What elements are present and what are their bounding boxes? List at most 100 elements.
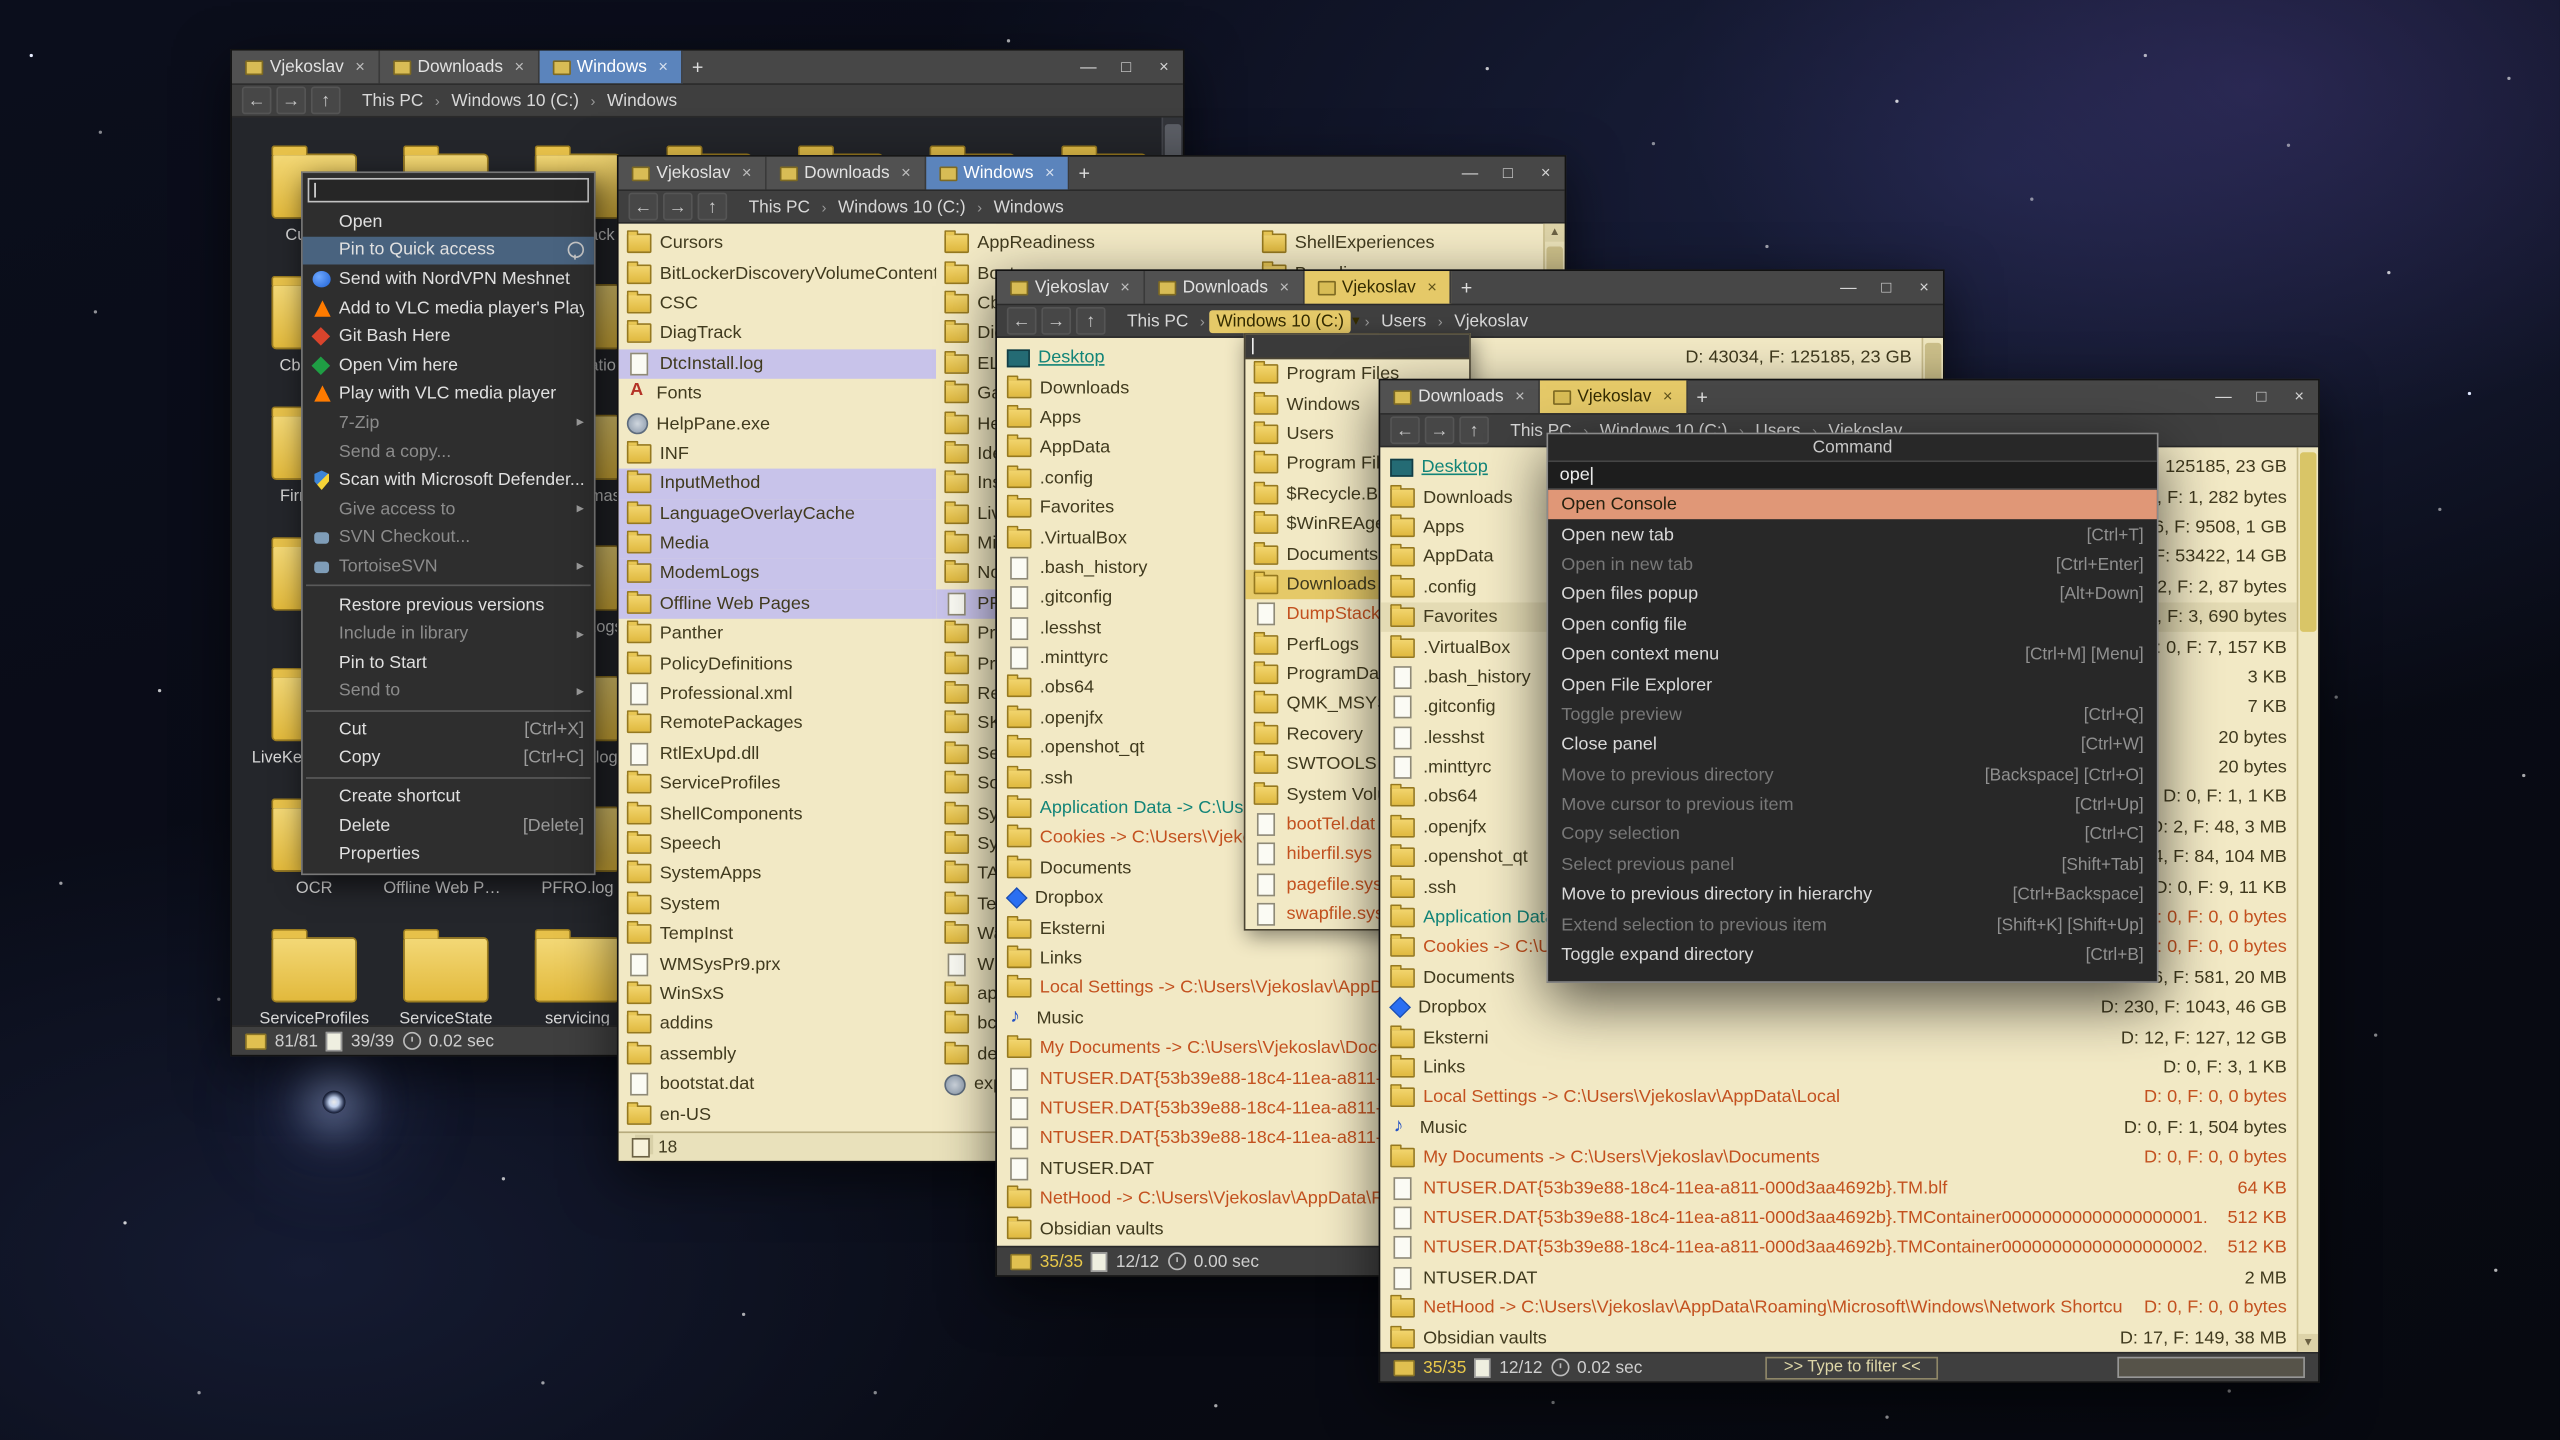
titlebar[interactable]: Vjekoslav × Downloads × Windows × — [232, 51, 1183, 85]
palette-command-item[interactable]: Move cursor to previous item [Ctrl+Up] — [1548, 790, 2157, 820]
scroll-up-button[interactable]: ▲ — [1545, 224, 1565, 242]
file-row[interactable]: ModemLogs — [619, 559, 937, 589]
file-row[interactable]: AppReadiness — [936, 229, 1254, 259]
file-row[interactable]: Music D: 0, F: 1, 504 bytes — [1380, 1113, 2296, 1143]
titlebar[interactable]: Vjekoslav × Downloads × Vjekoslav × — [997, 271, 1943, 305]
file-row[interactable]: Links D: 0, F: 3, 1 KB — [1380, 1053, 2296, 1083]
file-row[interactable]: addins — [619, 1009, 937, 1039]
tab[interactable]: Vjekoslav × — [997, 271, 1145, 304]
file-row[interactable]: Professional.xml — [619, 679, 937, 709]
forward-button[interactable]: → — [276, 87, 306, 115]
palette-command-item[interactable]: Extend selection to previous item [Shift… — [1548, 910, 2157, 940]
palette-command-item[interactable]: Open context menu [Ctrl+M] [Menu] — [1548, 640, 2157, 670]
file-row[interactable]: Speech — [619, 829, 937, 859]
breadcrumb-segment[interactable]: Windows 10 (C:)› — [445, 89, 601, 112]
context-menu-item[interactable] — [303, 705, 594, 715]
context-menu-item[interactable]: Cut [Ctrl+X] — [303, 715, 594, 744]
new-tab-button[interactable]: + — [1687, 380, 1717, 413]
tab[interactable]: Downloads × — [766, 157, 925, 190]
maximize-button[interactable]: □ — [1489, 157, 1527, 190]
maximize-button[interactable]: □ — [1107, 51, 1145, 84]
file-row[interactable]: Panther — [619, 619, 937, 649]
file-row[interactable]: NTUSER.DAT{53b39e88-18c4-11ea-a811-000d3… — [1380, 1203, 2296, 1233]
file-row[interactable]: RtlExUpd.dll — [619, 739, 937, 769]
breadcrumb-segment[interactable]: Windows› — [987, 195, 1070, 218]
folder-item[interactable]: ServiceState — [380, 927, 512, 1025]
file-row[interactable]: NetHood -> C:\Users\Vjekoslav\AppData\Ro… — [1380, 1293, 2296, 1323]
file-row[interactable]: NTUSER.DAT 2 MB — [1380, 1263, 2296, 1293]
context-menu-item[interactable]: Pin to Quick access — [303, 236, 594, 265]
tab-close-icon[interactable]: × — [1120, 278, 1130, 296]
context-menu-item[interactable]: Git Bash Here — [303, 322, 594, 351]
context-menu-item[interactable]: SVN Checkout... — [303, 523, 594, 552]
context-menu-item[interactable]: Restore previous versions — [303, 591, 594, 620]
context-menu-item[interactable]: Delete [Delete] — [303, 811, 594, 840]
minimize-button[interactable]: — — [1829, 271, 1867, 304]
breadcrumb-segment[interactable]: This PC› — [1120, 309, 1209, 332]
context-menu-item[interactable]: Send with NordVPN Meshnet — [303, 265, 594, 294]
file-row[interactable]: System — [619, 889, 937, 919]
context-menu-item[interactable]: Open — [303, 207, 594, 236]
file-row[interactable]: ServiceProfiles — [619, 769, 937, 799]
tab[interactable]: Downloads × — [380, 51, 539, 84]
file-row[interactable]: Fonts — [619, 379, 937, 409]
context-menu-item[interactable]: Play with VLC media player — [303, 380, 594, 409]
context-menu-item[interactable]: Add to VLC media player's Playlist — [303, 294, 594, 323]
folder-item[interactable]: ServiceProfiles — [248, 927, 380, 1025]
context-menu-item[interactable]: Properties — [303, 840, 594, 869]
context-menu-item[interactable]: Pin to Start — [303, 648, 594, 677]
new-tab-button[interactable]: + — [683, 51, 713, 84]
minimize-button[interactable]: — — [1069, 51, 1107, 84]
file-row[interactable]: DtcInstall.log — [619, 349, 937, 379]
context-menu-item[interactable]: Send to ▸ — [303, 677, 594, 706]
tab-close-icon[interactable]: × — [742, 164, 752, 182]
file-row[interactable]: NTUSER.DAT{53b39e88-18c4-11ea-a811-000d3… — [1380, 1233, 2296, 1263]
palette-command-item[interactable]: Open files popup [Alt+Down] — [1548, 580, 2157, 610]
tab-close-icon[interactable]: × — [1045, 164, 1055, 182]
file-row[interactable]: bootstat.dat — [619, 1069, 937, 1099]
palette-command-item[interactable]: Open Console — [1548, 490, 2157, 520]
tab-close-icon[interactable]: × — [658, 58, 668, 76]
tab-close-icon[interactable]: × — [1515, 388, 1525, 406]
palette-command-item[interactable]: Open new tab [Ctrl+T] — [1548, 520, 2157, 550]
tab-close-icon[interactable]: × — [1663, 388, 1673, 406]
maximize-button[interactable]: □ — [2242, 380, 2280, 413]
file-row[interactable]: Media — [619, 529, 937, 559]
context-menu-filter-input[interactable] — [308, 178, 589, 202]
context-menu-item[interactable]: 7-Zip ▸ — [303, 408, 594, 437]
context-menu-item[interactable]: Create shortcut — [303, 783, 594, 812]
file-row[interactable]: Cursors — [619, 229, 937, 259]
forward-button[interactable]: → — [1425, 416, 1455, 444]
file-row[interactable]: SystemApps — [619, 859, 937, 889]
palette-command-item[interactable]: Select previous panel [Shift+Tab] — [1548, 850, 2157, 880]
file-row[interactable]: LanguageOverlayCache — [619, 499, 937, 529]
new-tab-button[interactable]: + — [1452, 271, 1482, 304]
breadcrumb-segment[interactable]: This PC› — [355, 89, 444, 112]
file-row[interactable]: WMSysPr9.prx — [619, 949, 937, 979]
up-button[interactable]: ↑ — [698, 193, 728, 221]
minimize-button[interactable]: — — [2205, 380, 2243, 413]
file-row[interactable]: Obsidian vaults D: 17, F: 149, 38 MB — [1380, 1323, 2296, 1352]
back-button[interactable]: ← — [628, 193, 658, 221]
palette-command-item[interactable]: Copy selection [Ctrl+C] — [1548, 820, 2157, 850]
tab-close-icon[interactable]: × — [901, 164, 911, 182]
context-menu-item[interactable]: Give access to ▸ — [303, 495, 594, 524]
file-row[interactable]: INF — [619, 439, 937, 469]
context-menu-item[interactable]: Send a copy... — [303, 437, 594, 466]
tab[interactable]: Windows × — [926, 157, 1070, 190]
minimize-button[interactable]: — — [1451, 157, 1489, 190]
file-row[interactable]: TempInst — [619, 919, 937, 949]
file-row[interactable]: Dropbox D: 230, F: 1043, 46 GB — [1380, 993, 2296, 1023]
palette-command-item[interactable]: Toggle expand directory [Ctrl+B] — [1548, 940, 2157, 970]
breadcrumb-segment[interactable]: Windows 10 (C:)› — [831, 195, 987, 218]
breadcrumb-segment[interactable]: Windows› — [600, 89, 683, 112]
context-menu-item[interactable]: Include in library ▸ — [303, 619, 594, 648]
file-row[interactable]: PolicyDefinitions — [619, 649, 937, 679]
back-button[interactable]: ← — [1007, 307, 1037, 335]
up-button[interactable]: ↑ — [311, 87, 341, 115]
context-menu-item[interactable] — [303, 773, 594, 783]
file-row[interactable]: DiagTrack — [619, 319, 937, 349]
scroll-down-button[interactable]: ▼ — [2298, 1334, 2318, 1352]
titlebar[interactable]: Vjekoslav × Downloads × Windows × — [619, 157, 1565, 191]
tab-close-icon[interactable]: × — [355, 58, 365, 76]
